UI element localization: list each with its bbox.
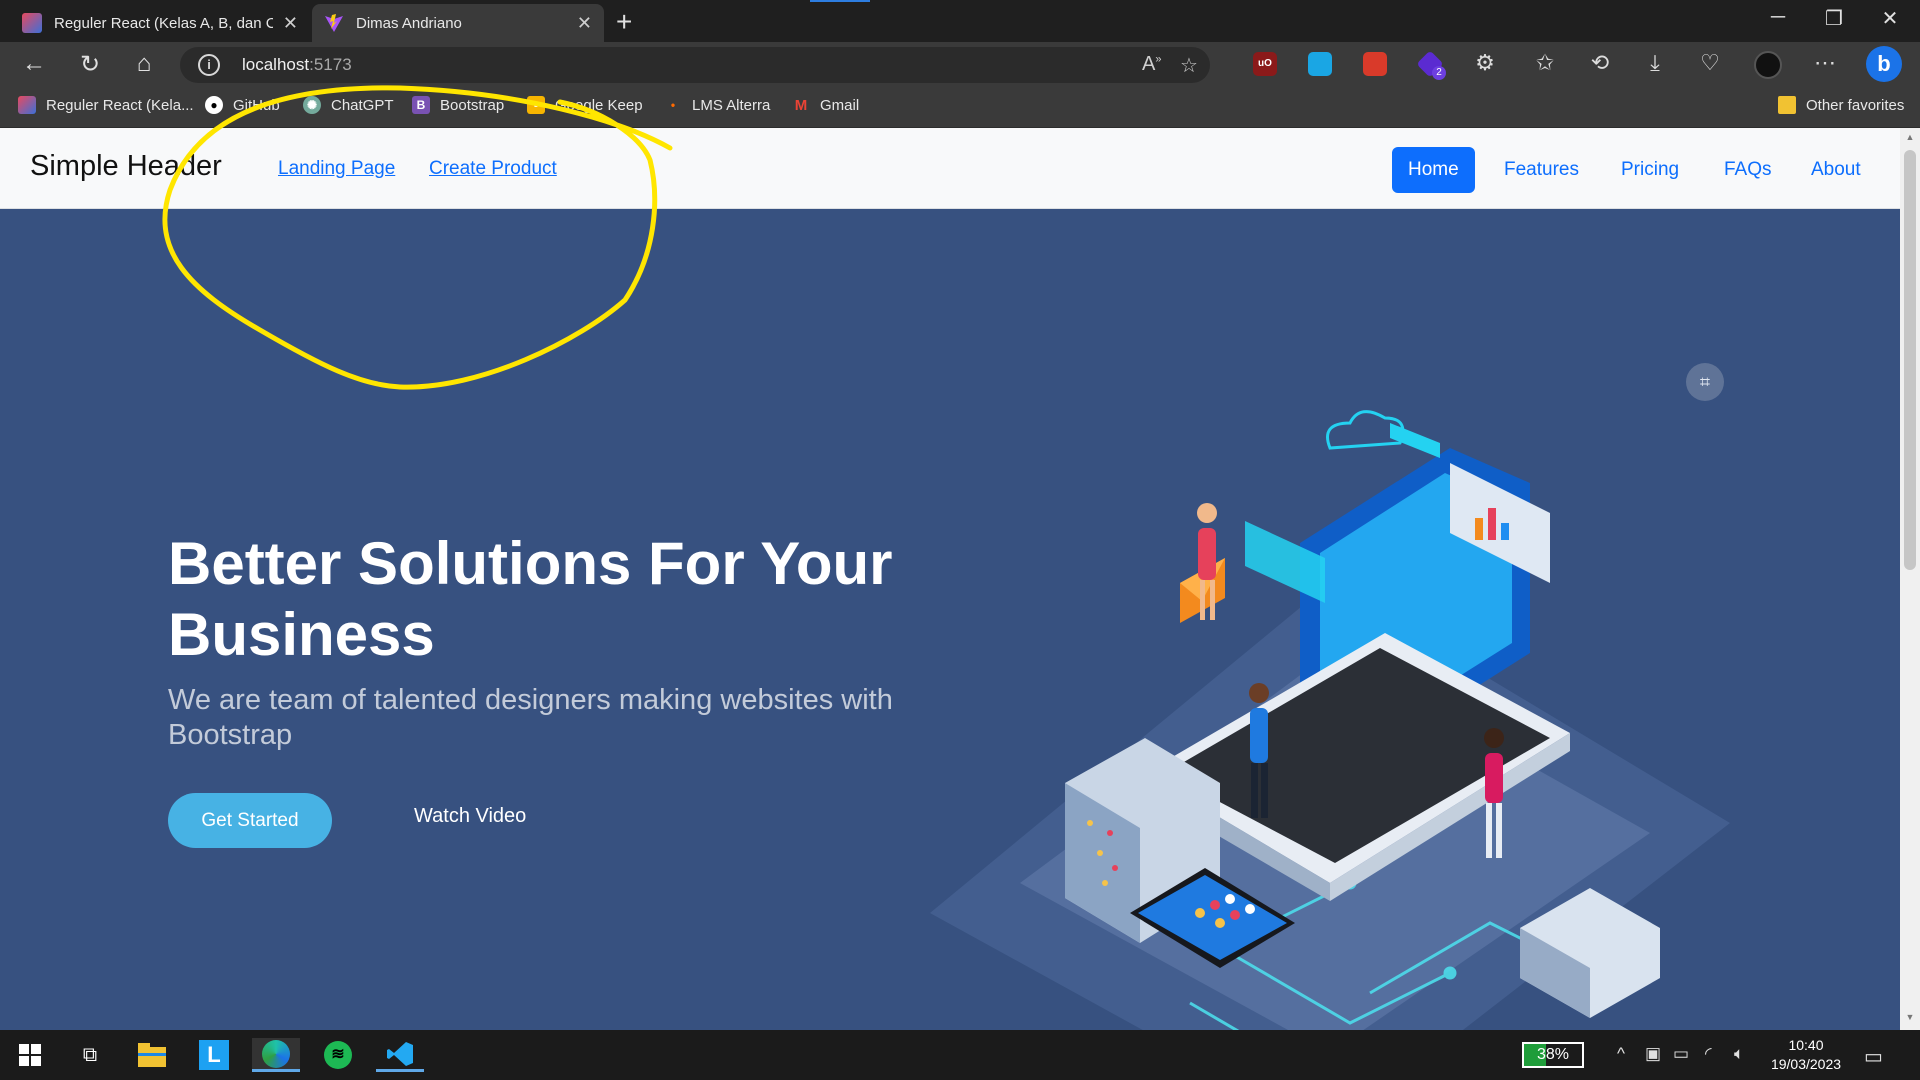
spotify-icon[interactable]: ≋ [314, 1038, 362, 1072]
landing-page-link[interactable]: Landing Page [278, 158, 395, 180]
watch-video-button[interactable]: Watch Video [414, 805, 526, 828]
scroll-down-icon[interactable]: ▼ [1904, 1012, 1916, 1022]
github-icon: ● [205, 96, 223, 114]
alterra-icon: • [670, 98, 676, 112]
home-icon[interactable]: ⌂ [126, 50, 162, 78]
scroll-up-icon[interactable]: ▲ [1904, 132, 1916, 142]
wifi-icon[interactable]: ◜ [1705, 1044, 1712, 1064]
nav-home[interactable]: Home [1392, 147, 1475, 193]
nav-faqs[interactable]: FAQs [1708, 147, 1788, 193]
close-tab-icon[interactable]: ✕ [577, 13, 592, 34]
minimize-icon[interactable]: ─ [1758, 6, 1798, 29]
file-explorer-icon[interactable] [128, 1038, 176, 1072]
ublock-icon[interactable]: uO [1253, 52, 1277, 76]
tray-app-icon[interactable]: ▣ [1645, 1044, 1661, 1064]
chatgpt-icon: ✺ [303, 96, 321, 114]
bookmark-chatgpt[interactable]: ✺ ChatGPT [303, 96, 394, 114]
windows-taskbar: ⧉ L ≋ 38% ^ ▣ ▭ ◜ 🔈︎ 10:40 19/03/2023 ▭ [0, 1030, 1920, 1080]
new-tab-icon[interactable]: + [616, 6, 632, 38]
add-favorite-icon[interactable]: ☆ [1180, 53, 1198, 78]
bookmark-bootstrap[interactable]: B Bootstrap [412, 96, 504, 114]
google-keep-icon: ▪ [527, 96, 545, 114]
favorites-icon[interactable]: ✩ [1530, 50, 1560, 76]
create-product-link[interactable]: Create Product [429, 158, 557, 180]
bookmarks-bar: Reguler React (Kela... ● GitHub ✺ ChatGP… [0, 86, 1920, 128]
bookmark-gmail[interactable]: M Gmail [792, 96, 859, 114]
hero-title: Better Solutions For Your Business [168, 530, 893, 668]
chevron-up-icon[interactable]: ^ [1617, 1044, 1625, 1064]
read-aloud-icon[interactable]: A» [1142, 53, 1161, 76]
react-class-icon [22, 13, 42, 33]
start-icon[interactable] [6, 1038, 54, 1072]
battery-tray-icon[interactable]: ▭ [1673, 1044, 1689, 1064]
history-icon[interactable]: ⟲ [1585, 50, 1615, 76]
refresh-icon[interactable]: ↻ [72, 50, 108, 79]
page-viewport: Simple Header Landing Page Create Produc… [0, 128, 1900, 1030]
other-favorites[interactable]: Other favorites [1778, 96, 1904, 114]
battery-indicator[interactable]: 38% [1522, 1042, 1584, 1068]
tab-indicator [810, 0, 870, 2]
tab-title: Reguler React (Kelas A, B, dan C) [54, 14, 273, 32]
bookmark-github[interactable]: ● GitHub [205, 96, 280, 114]
nav-pricing[interactable]: Pricing [1605, 147, 1695, 193]
bootstrap-icon: B [412, 96, 430, 114]
profile-avatar[interactable] [1754, 51, 1782, 79]
address-bar[interactable]: i localhost:5173 A» ☆ [180, 47, 1210, 83]
extensions-icon[interactable]: ⚙ [1470, 50, 1500, 76]
app-l-icon[interactable]: L [190, 1038, 238, 1072]
browser-tab-bar: Reguler React (Kelas A, B, dan C) ✕ Dima… [0, 0, 1920, 42]
brand-title[interactable]: Simple Header [30, 150, 222, 183]
url-text[interactable]: localhost:5173 [242, 55, 352, 75]
site-header: Simple Header Landing Page Create Produc… [0, 128, 1900, 209]
browser-essentials-icon[interactable]: ♡ [1695, 50, 1725, 76]
nav-about[interactable]: About [1795, 147, 1877, 193]
bookmark-lms-alterra[interactable]: • LMS Alterra [664, 96, 770, 114]
browser-toolbar: ← ↻ ⌂ i localhost:5173 A» ☆ uO 2 ⚙ ✩ ⟲ ⤓… [0, 42, 1920, 86]
extension-badge: 2 [1432, 66, 1446, 80]
vite-icon [324, 13, 344, 33]
tab-dimas-andriano[interactable]: Dimas Andriano ✕ [312, 4, 604, 42]
translate-extension-icon[interactable] [1308, 52, 1332, 76]
hero-illustration [930, 410, 1730, 1030]
vscode-icon[interactable] [376, 1038, 424, 1072]
gmail-icon: M [794, 96, 808, 114]
bookmark-reguler-react[interactable]: Reguler React (Kela... [18, 96, 194, 114]
tab-title: Dimas Andriano [356, 14, 462, 32]
page-scrollbar[interactable]: ▲ ▼ [1900, 128, 1920, 1030]
tab-reguler-react[interactable]: Reguler React (Kelas A, B, dan C) ✕ [10, 4, 310, 42]
nav-features[interactable]: Features [1488, 147, 1595, 193]
downloads-icon[interactable]: ⤓ [1640, 50, 1670, 76]
react-class-icon [18, 96, 36, 114]
extension-red-icon[interactable] [1363, 52, 1387, 76]
bing-chat-icon[interactable]: b [1866, 46, 1902, 82]
edge-browser-icon[interactable] [252, 1038, 300, 1072]
close-window-icon[interactable]: ✕ [1870, 6, 1910, 31]
site-info-icon[interactable]: i [198, 54, 220, 76]
close-tab-icon[interactable]: ✕ [283, 13, 298, 34]
restore-icon[interactable]: ❐ [1814, 6, 1854, 31]
clock[interactable]: 10:40 19/03/2023 [1766, 1036, 1846, 1074]
notifications-icon[interactable]: ▭ [1864, 1044, 1883, 1069]
get-started-button[interactable]: Get Started [168, 793, 332, 848]
more-options-icon[interactable]: ⋯ [1810, 50, 1840, 76]
bookmark-google-keep[interactable]: ▪ Google Keep [527, 96, 643, 114]
back-icon[interactable]: ← [16, 50, 52, 78]
volume-icon[interactable]: 🔈︎ [1734, 1044, 1744, 1064]
task-view-icon[interactable]: ⧉ [66, 1038, 114, 1072]
scrollbar-thumb[interactable] [1904, 150, 1916, 570]
folder-icon [1778, 96, 1796, 114]
hero-subtitle: We are team of talented designers making… [168, 684, 893, 751]
